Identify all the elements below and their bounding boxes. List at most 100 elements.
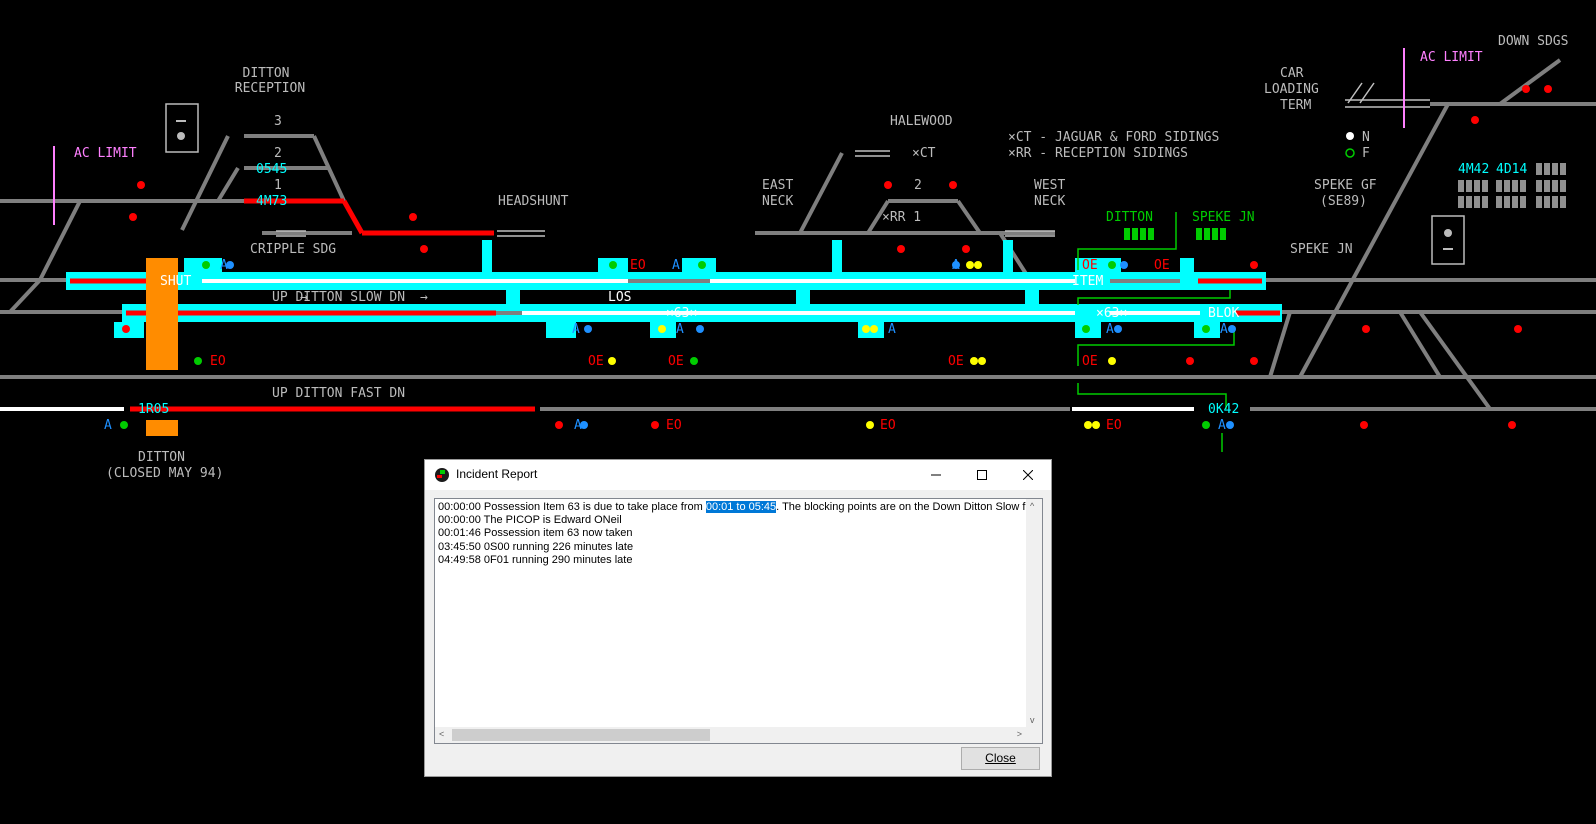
label-oe: OE [948, 354, 964, 369]
label-oe: OE [588, 354, 604, 369]
label-ditton-station: (CLOSED MAY 94) [106, 466, 223, 481]
window-close-button[interactable] [1005, 460, 1051, 490]
scroll-down-icon[interactable]: v [1030, 715, 1035, 725]
label-west-neck: NECK [1034, 194, 1065, 209]
track-segment [798, 152, 844, 234]
label-up-ditton-slow: UP DITTON SLOW DN [272, 290, 405, 305]
label-los: LOS [608, 290, 631, 305]
label-speke-gf: (SE89) [1320, 194, 1367, 209]
track-segment [956, 199, 982, 235]
label-x63: ×63× [666, 306, 697, 321]
label-ct: ×CT [912, 146, 936, 161]
svg-text:→: → [300, 290, 308, 305]
track-segment [38, 200, 82, 281]
station-marker [146, 420, 178, 436]
label-up-ditton-fast: UP DITTON FAST DN [272, 386, 405, 401]
label-west-neck: WEST [1034, 178, 1065, 193]
track-segment [180, 135, 230, 231]
track-segment [8, 278, 42, 314]
label-car-loading: CAR [1280, 66, 1304, 81]
label-legend-f: F [1362, 146, 1370, 161]
log-lines: 00:00:00 Possession Item 63 is due to ta… [438, 501, 1026, 567]
selected-text: 00:01 to 05:45 [705, 501, 777, 513]
log-line: 04:49:58 0F01 running 290 minutes late [438, 553, 633, 566]
label-ditton-reception: DITTON [243, 66, 290, 81]
vertical-scrollbar[interactable]: ^ v [1026, 499, 1042, 727]
label-east-neck: NECK [762, 194, 793, 209]
label-speke-jn-ctrl: SPEKE JN [1192, 210, 1255, 225]
dialog-title: Incident Report [456, 467, 538, 481]
track-segment [1498, 58, 1562, 106]
label-oe: OE [668, 354, 684, 369]
label-a: A [888, 322, 896, 337]
close-icon [1023, 470, 1033, 480]
scroll-right-icon[interactable]: > [1017, 729, 1022, 739]
label-ditton-reception: RECEPTION [235, 81, 305, 96]
minimize-button[interactable] [913, 460, 959, 490]
label-cripple-sdg: CRIPPLE SDG [250, 242, 336, 257]
train-id: 0K42 [1208, 402, 1239, 417]
panel-switch[interactable] [1431, 215, 1465, 265]
app-icon [435, 468, 449, 482]
label-speke-jn: SPEKE JN [1290, 242, 1353, 257]
dialog-title-bar[interactable]: Incident Report [425, 460, 1051, 490]
label-two: 2 [914, 178, 922, 193]
label-halewood: HALEWOOD [890, 114, 953, 129]
label-headshunt: HEADSHUNT [498, 194, 569, 209]
svg-text:→: → [420, 290, 428, 305]
label-a: A [104, 418, 112, 433]
label-eo: EO [666, 418, 682, 433]
label-a: A [952, 258, 960, 273]
track-segment [1398, 310, 1442, 379]
label-blok: BLOK [1208, 306, 1239, 321]
track-segment [216, 166, 240, 203]
track-layer [0, 48, 1596, 452]
label-east-neck: EAST [762, 178, 793, 193]
label-a: A [572, 322, 580, 337]
label-road1: 1 [274, 178, 282, 193]
label-eo: EO [210, 354, 226, 369]
train-id: 4D14 [1496, 162, 1527, 177]
log-line: 00:01:46 Possession item 63 now taken [438, 527, 633, 540]
incident-report-dialog: Incident Report 00:00:00 Possession Item… [424, 459, 1052, 777]
route-set [341, 199, 365, 235]
scroll-corner [1026, 727, 1042, 743]
label-speke-gf: SPEKE GF [1314, 178, 1377, 193]
label-a: A [220, 258, 228, 273]
scroll-left-icon[interactable]: < [439, 729, 444, 739]
label-eo: EO [1106, 418, 1122, 433]
label-ditton-station: DITTON [138, 450, 185, 465]
scroll-thumb[interactable] [452, 729, 710, 741]
label-oe: OE [1082, 258, 1098, 273]
train-id: 4M42 [1458, 162, 1489, 177]
label-eo: EO [630, 258, 646, 273]
minimize-icon [931, 474, 941, 476]
label-a: A [574, 418, 582, 433]
horizontal-scrollbar[interactable]: < > [435, 727, 1026, 743]
label-down-sdgs: DOWN SDGS [1498, 34, 1568, 49]
panel-switch[interactable] [165, 103, 199, 153]
log-line: 00:00:00 The PICOP is Edward ONeil [438, 514, 622, 527]
label-oe: OE [1154, 258, 1170, 273]
label-ac-limit-right: AC LIMIT [1420, 50, 1483, 65]
maximize-button[interactable] [959, 460, 1005, 490]
label-road3: 3 [274, 114, 282, 129]
label-car-loading: TERM [1280, 98, 1311, 113]
label-shut: SHUT [160, 274, 191, 289]
label-item: ITEM [1072, 274, 1103, 289]
label-rr1: ×RR 1 [882, 210, 921, 225]
track-segment [1298, 103, 1450, 378]
label-oe: OE [1082, 354, 1098, 369]
scroll-up-icon[interactable]: ^ [1030, 501, 1034, 511]
train-id: 1R05 [138, 402, 169, 417]
log-line: 00:00:00 Possession Item 63 is due to ta… [438, 501, 1026, 513]
train-id: 4M73 [256, 194, 287, 209]
label-ct-note: ×CT - JAGUAR & FORD SIDINGS [1008, 130, 1219, 145]
incident-log[interactable]: 00:00:00 Possession Item 63 is due to ta… [434, 498, 1043, 744]
log-line: 03:45:50 0S00 running 226 minutes late [438, 540, 634, 553]
label-a: A [1220, 322, 1228, 337]
maximize-icon [977, 470, 987, 480]
close-button[interactable]: Close [961, 747, 1040, 770]
label-rr-note: ×RR - RECEPTION SIDINGS [1008, 146, 1188, 161]
label-a: A [672, 258, 680, 273]
